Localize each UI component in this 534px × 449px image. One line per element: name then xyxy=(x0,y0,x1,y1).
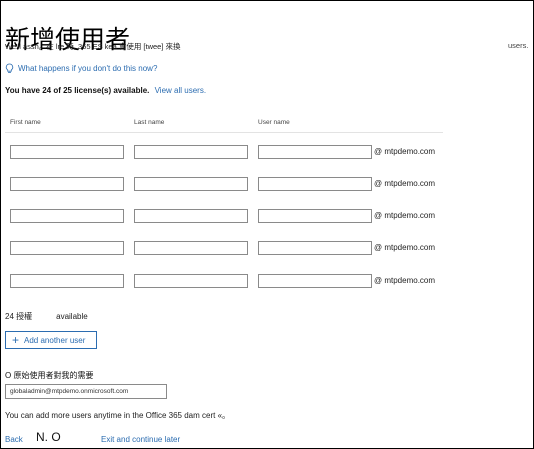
plus-icon: + xyxy=(12,333,20,347)
column-header-user-name: User name xyxy=(258,119,290,126)
view-all-users-link[interactable]: View all users. xyxy=(155,86,206,95)
first-name-input[interactable] xyxy=(10,177,124,191)
first-name-input[interactable] xyxy=(10,209,124,223)
last-name-input[interactable] xyxy=(134,274,248,288)
available-label: available xyxy=(56,312,88,321)
license-text: You have 24 of 25 license(s) available. xyxy=(5,86,150,95)
available-count: 24 授權 xyxy=(5,312,33,321)
license-status: You have 24 of 25 license(s) available. … xyxy=(5,86,206,95)
user-name-input[interactable] xyxy=(258,274,372,288)
domain-suffix: @ mtpdemo.com xyxy=(374,211,436,220)
add-another-user-button[interactable]: + Add another user xyxy=(5,331,97,349)
user-table-header: First name Last name User name xyxy=(5,116,443,133)
next-button[interactable]: N. O xyxy=(36,430,61,444)
domain-suffix: @ mtpdemo.com xyxy=(374,276,436,285)
last-name-input[interactable] xyxy=(134,241,248,255)
user-name-input[interactable] xyxy=(258,177,372,191)
exit-and-continue-link[interactable]: Exit and continue later xyxy=(101,435,180,444)
first-name-input[interactable] xyxy=(10,145,124,159)
lightbulb-icon xyxy=(5,63,14,73)
back-link[interactable]: Back xyxy=(5,435,23,444)
help-link[interactable]: What happens if you don't do this now? xyxy=(5,63,157,74)
table-row: @ mtpdemo.com xyxy=(0,177,534,195)
license-availability: 24 授權 available xyxy=(5,311,88,322)
column-header-first-name: First name xyxy=(10,119,41,126)
more-users-note: You can add more users anytime in the Of… xyxy=(5,411,231,420)
table-row: @ mtpdemo.com xyxy=(0,241,534,259)
last-name-input[interactable] xyxy=(134,177,248,191)
user-name-input[interactable] xyxy=(258,241,372,255)
send-password-label: O 原始使用者對我的需要 xyxy=(5,371,94,380)
last-name-input[interactable] xyxy=(134,209,248,223)
domain-suffix: @ mtpdemo.com xyxy=(374,147,436,156)
table-row: @ mtpdemo.com xyxy=(0,274,534,292)
help-link-label: What happens if you don't do this now? xyxy=(18,64,158,73)
add-another-user-label: Add another user xyxy=(24,335,86,345)
user-name-input[interactable] xyxy=(258,209,372,223)
user-name-input[interactable] xyxy=(258,145,372,159)
last-name-input[interactable] xyxy=(134,145,248,159)
intro-text: We'll assn。在 lre 時, 365 ES kea 會使用 [twee… xyxy=(5,42,181,51)
domain-suffix: @ mtpdemo.com xyxy=(374,243,436,252)
column-header-last-name: Last name xyxy=(134,119,165,126)
first-name-input[interactable] xyxy=(10,274,124,288)
first-name-input[interactable] xyxy=(10,241,124,255)
table-row: @ mtpdemo.com xyxy=(0,209,534,227)
intro-suffix: users. xyxy=(508,41,529,50)
admin-email-field[interactable]: globaladmin@mtpdemo.onmicrosoft.com xyxy=(5,384,167,399)
table-row: @ mtpdemo.com xyxy=(0,145,534,163)
domain-suffix: @ mtpdemo.com xyxy=(374,179,436,188)
